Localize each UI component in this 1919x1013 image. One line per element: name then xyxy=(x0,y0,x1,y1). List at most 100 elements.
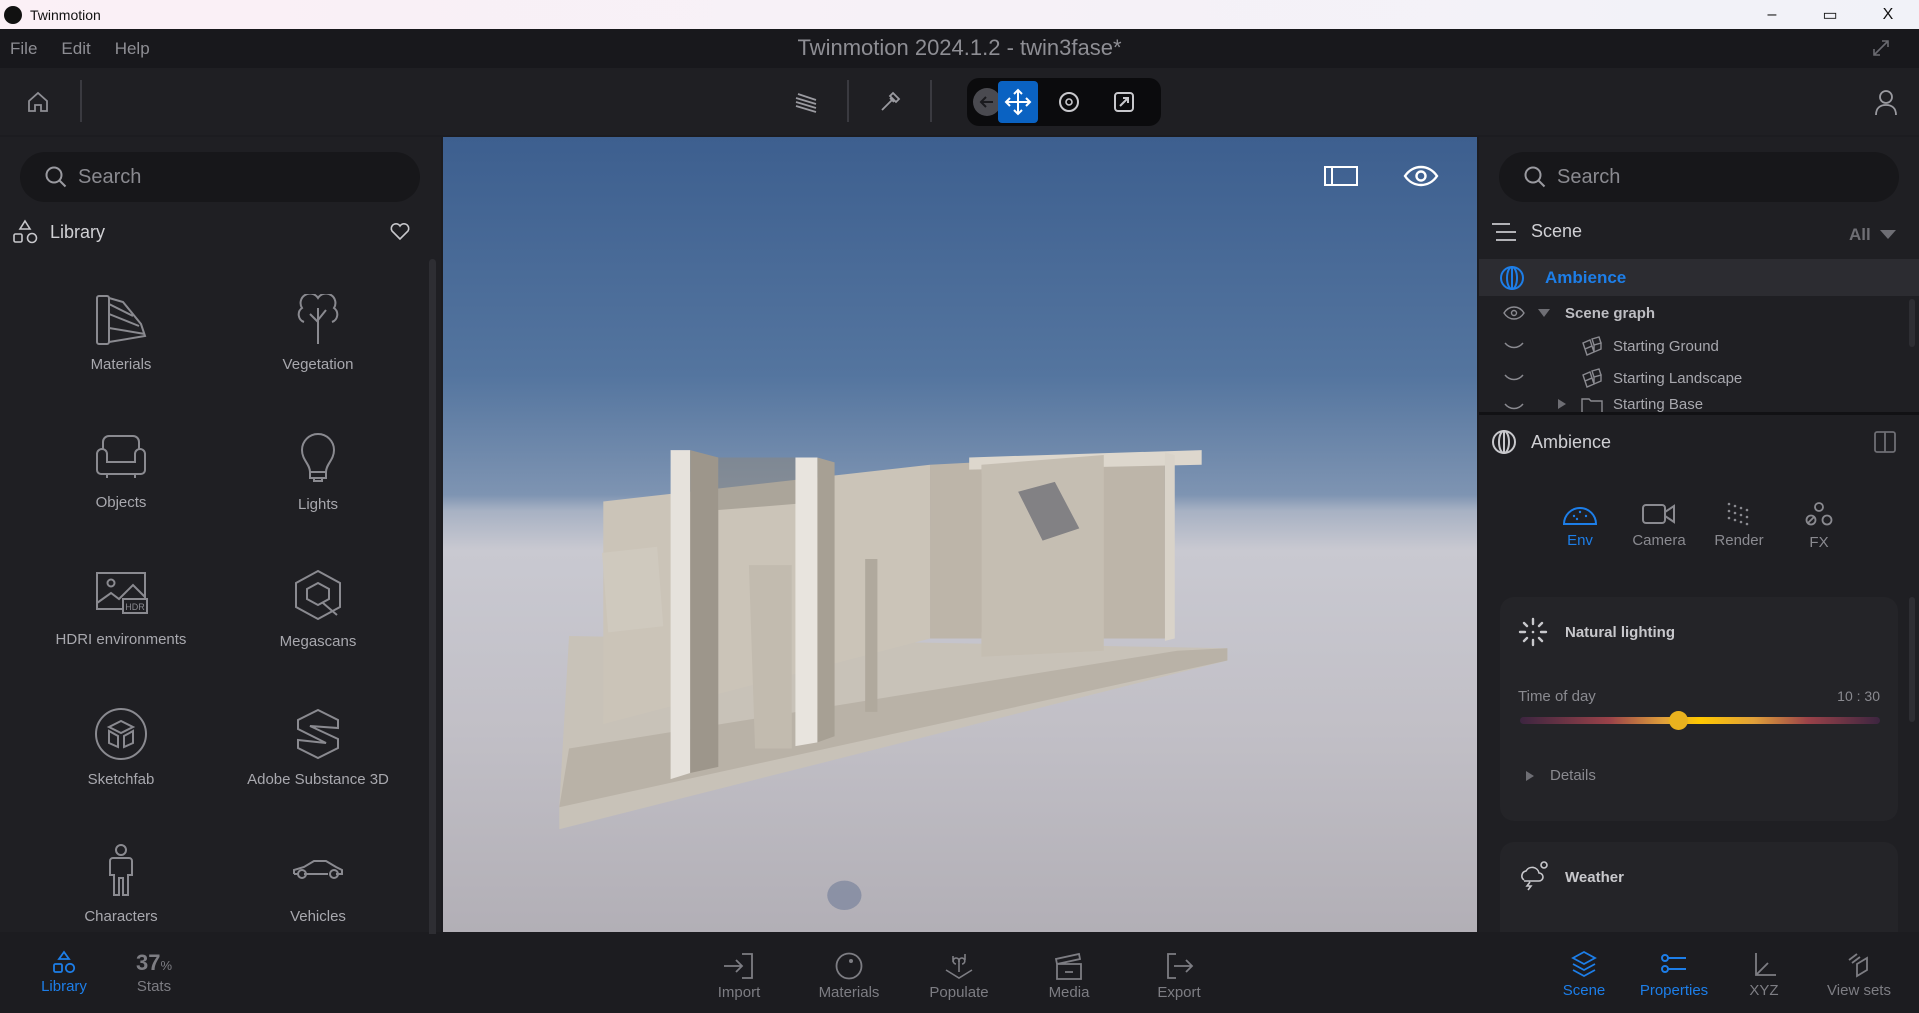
tab-camera[interactable]: Camera xyxy=(1619,502,1699,549)
tab-render[interactable]: Render xyxy=(1699,502,1779,549)
item-label: Characters xyxy=(84,908,158,925)
menu-file[interactable]: File xyxy=(10,39,37,59)
minimize-button[interactable]: – xyxy=(1743,0,1801,29)
visibility-eye-icon[interactable] xyxy=(1403,163,1439,189)
scene-search-input[interactable]: Search xyxy=(1499,152,1899,202)
slider-thumb[interactable] xyxy=(1669,711,1689,730)
library-item-hdri[interactable]: HDR HDRI environments xyxy=(31,569,211,648)
scale-icon[interactable] xyxy=(1110,88,1138,121)
close-button[interactable]: X xyxy=(1859,0,1917,29)
render-dots-icon xyxy=(1727,502,1749,526)
chevron-down-icon xyxy=(1879,230,1896,239)
bottom-export-button[interactable]: Export xyxy=(1134,952,1224,1001)
filter-value: All xyxy=(1849,225,1871,244)
svg-text:HDR: HDR xyxy=(125,602,145,612)
natural-lighting-card: Natural lighting Time of day 10 : 30 Det… xyxy=(1500,597,1898,821)
scene-filter-dropdown[interactable]: All xyxy=(1849,225,1897,245)
library-title: Library xyxy=(50,221,106,242)
library-search-input[interactable]: Search xyxy=(20,152,420,202)
favorites-heart-icon[interactable] xyxy=(389,221,411,241)
toolbar xyxy=(0,68,1919,135)
bottom-scene-button[interactable]: Scene xyxy=(1539,950,1629,999)
tree-item-starting-base[interactable]: Starting Base xyxy=(1479,394,1919,412)
weather-title: Weather xyxy=(1565,869,1624,886)
item-label: HDRI environments xyxy=(55,631,187,648)
fullscreen-icon[interactable] xyxy=(1870,37,1892,59)
3d-viewport[interactable] xyxy=(443,137,1477,932)
item-label: Sketchfab xyxy=(87,771,155,788)
library-item-substance[interactable]: Adobe Substance 3D xyxy=(228,707,408,788)
tree-item-scene-graph[interactable]: Scene graph xyxy=(1479,297,1919,329)
tab-env[interactable]: Env xyxy=(1540,502,1620,549)
menu-help[interactable]: Help xyxy=(115,39,150,59)
bottom-stats-button[interactable]: 37% Stats xyxy=(109,950,199,995)
tree-item-starting-landscape[interactable]: Starting Landscape xyxy=(1479,362,1919,394)
button-label: Export xyxy=(1157,984,1201,1001)
tree-item-starting-ground[interactable]: Starting Ground xyxy=(1479,330,1919,362)
bottom-properties-button[interactable]: Properties xyxy=(1629,950,1719,999)
tree-item-ambience[interactable]: Ambience xyxy=(1479,259,1919,296)
globe-icon xyxy=(1500,265,1524,290)
library-item-characters[interactable]: Characters xyxy=(31,844,211,925)
library-item-vegetation[interactable]: Vegetation xyxy=(228,294,408,373)
hidden-eye-icon[interactable] xyxy=(1503,371,1525,385)
library-item-objects[interactable]: Objects xyxy=(31,432,211,511)
rotate-icon[interactable] xyxy=(1055,88,1083,121)
stats-unit: % xyxy=(160,958,173,973)
back-icon[interactable] xyxy=(973,88,1001,116)
tree-scrollbar[interactable] xyxy=(1909,299,1915,347)
maximize-button[interactable]: ▭ xyxy=(1801,0,1859,29)
tab-label: Camera xyxy=(1632,532,1686,549)
expand-right-icon[interactable] xyxy=(1525,770,1535,782)
properties-header: Ambience xyxy=(1491,429,1611,455)
move-tool-button[interactable] xyxy=(998,81,1038,123)
layers-icon[interactable] xyxy=(790,86,822,118)
visibility-eye-icon[interactable] xyxy=(1503,306,1525,320)
home-icon[interactable] xyxy=(22,86,54,118)
expand-down-icon[interactable] xyxy=(1537,308,1551,318)
panel-toggle-icon[interactable] xyxy=(1323,163,1359,189)
library-scrollbar[interactable] xyxy=(429,259,436,959)
populate-sprouts-icon xyxy=(945,954,973,979)
library-item-megascans[interactable]: Megascans xyxy=(228,569,408,650)
item-label: Vegetation xyxy=(282,356,354,373)
menu-edit[interactable]: Edit xyxy=(61,39,90,59)
window-title: Twinmotion 2024.1.2 - twin3fase* xyxy=(797,35,1122,60)
details-toggle[interactable]: Details xyxy=(1550,767,1596,784)
stats-value: 37 xyxy=(135,950,161,975)
twinmotion-logo-icon xyxy=(4,5,22,24)
library-item-vehicles[interactable]: Vehicles xyxy=(228,844,408,925)
item-label: Megascans xyxy=(279,633,357,650)
item-label: Objects xyxy=(95,494,147,511)
bottom-view-sets-button[interactable]: View sets xyxy=(1809,950,1909,999)
library-item-lights[interactable]: Lights xyxy=(228,432,408,513)
split-panel-icon[interactable] xyxy=(1873,430,1897,454)
hidden-eye-icon[interactable] xyxy=(1503,400,1525,412)
item-label: Lights xyxy=(297,496,339,513)
tab-label: FX xyxy=(1809,534,1829,551)
user-icon[interactable] xyxy=(1870,86,1902,118)
library-item-sketchfab[interactable]: Sketchfab xyxy=(31,707,211,788)
expand-right-icon[interactable] xyxy=(1557,398,1567,410)
properties-sliders-icon xyxy=(1661,954,1686,973)
tab-fx[interactable]: FX xyxy=(1779,502,1859,551)
mesh-icon xyxy=(1582,368,1602,388)
search-icon xyxy=(45,166,67,188)
weather-card: Weather xyxy=(1500,842,1898,932)
fx-icon xyxy=(1805,502,1833,526)
bottom-import-button[interactable]: Import xyxy=(694,952,784,1001)
bottom-xyz-button[interactable]: XYZ xyxy=(1719,950,1809,999)
bottom-media-button[interactable]: Media xyxy=(1024,952,1114,1001)
bottom-library-button[interactable]: Library xyxy=(19,950,109,995)
hidden-eye-icon[interactable] xyxy=(1503,339,1525,353)
button-label: XYZ xyxy=(1749,982,1779,999)
bottom-materials-button[interactable]: Materials xyxy=(804,952,894,1001)
search-placeholder: Search xyxy=(1557,165,1621,188)
properties-scrollbar[interactable] xyxy=(1909,597,1915,722)
button-label: Properties xyxy=(1639,982,1709,999)
library-item-materials[interactable]: Materials xyxy=(31,294,211,373)
bottom-populate-button[interactable]: Populate xyxy=(914,952,1004,1001)
time-of-day-slider[interactable] xyxy=(1520,711,1880,730)
eyedropper-icon[interactable] xyxy=(874,86,906,118)
natural-lighting-title: Natural lighting xyxy=(1565,624,1675,641)
